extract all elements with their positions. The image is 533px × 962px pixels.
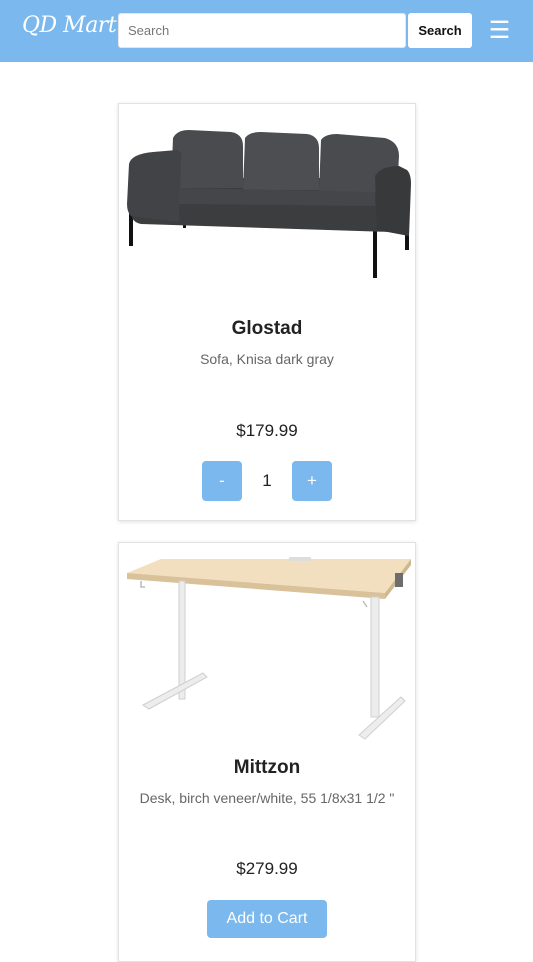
product-card: Glostad Sofa, Knisa dark gray $179.99 - … (118, 103, 416, 521)
site-logo[interactable]: QD Mart (22, 13, 117, 38)
product-description: Sofa, Knisa dark gray (200, 351, 334, 367)
product-card: Mittzon Desk, birch veneer/white, 55 1/8… (118, 542, 416, 962)
desk-image[interactable] (123, 551, 411, 747)
product-price: $279.99 (236, 859, 298, 878)
product-price: $179.99 (236, 421, 298, 440)
sofa-image[interactable] (123, 112, 411, 284)
product-description: Desk, birch veneer/white, 55 1/8x31 1/2 … (139, 790, 395, 806)
product-title[interactable]: Mittzon (119, 757, 415, 779)
navbar: QD Mart Search ☰ (0, 0, 533, 62)
add-to-cart-button[interactable]: Add to Cart (207, 900, 327, 938)
search-button[interactable]: Search (408, 13, 472, 48)
decrement-quantity-button[interactable]: - (202, 461, 242, 501)
hamburger-menu-icon[interactable]: ☰ (487, 18, 512, 44)
quantity-value: 1 (262, 471, 272, 490)
increment-quantity-button[interactable]: + (292, 461, 332, 501)
search-input[interactable] (118, 13, 406, 48)
product-title[interactable]: Glostad (119, 318, 415, 340)
